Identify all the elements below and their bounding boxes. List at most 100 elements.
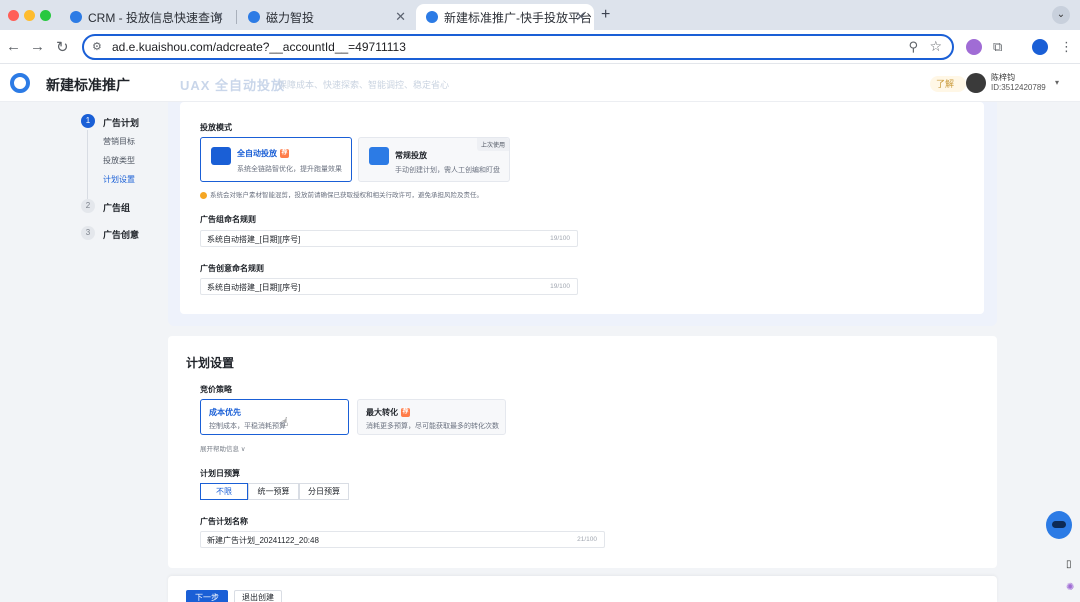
- next-step-button[interactable]: 下一步: [186, 590, 228, 602]
- step-number: 3: [81, 226, 95, 240]
- creative-rule-input[interactable]: 系统自动搭建_[日期][序号] 19/100: [200, 278, 578, 295]
- minimize-window-button[interactable]: [24, 10, 35, 21]
- zoom-window-button[interactable]: [40, 10, 51, 21]
- kuaishou-logo-icon: [10, 73, 30, 93]
- assistant-robot-icon[interactable]: [1046, 511, 1072, 539]
- option-title: 常规投放: [395, 151, 427, 160]
- option-desc: 系统全链路智优化，提升跑量效果: [237, 166, 342, 173]
- char-count: 19/100: [550, 235, 570, 242]
- step-number: 1: [81, 114, 95, 128]
- tab-kuaishou[interactable]: 新建标准推广-快手投放平台 ✕: [416, 4, 594, 30]
- option-title: 最大转化荐: [366, 408, 410, 418]
- url-text: ad.e.kuaishou.com/adcreate?__accountId__…: [112, 40, 406, 54]
- tab-cili[interactable]: 磁力智投 ✕: [238, 4, 414, 30]
- tab-search-icon[interactable]: ⌄: [1052, 6, 1070, 24]
- close-icon[interactable]: ✕: [213, 9, 224, 25]
- new-tab-icon[interactable]: +: [601, 6, 610, 24]
- char-count: 21/100: [577, 536, 597, 543]
- tab-label: CRM - 投放信息快速查询: [88, 10, 222, 25]
- substep-plan-settings[interactable]: 计划设置: [103, 174, 135, 185]
- recommend-tag: 荐: [401, 408, 410, 418]
- creative-rule-label: 广告创意命名规则: [200, 264, 264, 273]
- more-menu-icon[interactable]: ⋮: [1060, 39, 1076, 55]
- ai-brain-icon[interactable]: ✺: [1066, 582, 1074, 593]
- forward-icon[interactable]: →: [30, 38, 45, 55]
- input-value: 系统自动搭建_[日期][序号]: [207, 283, 301, 292]
- plan-name-label: 广告计划名称: [200, 517, 248, 526]
- uax-banner-brand: UAX 全自动投放: [180, 78, 286, 93]
- user-name: 陈梓钧: [991, 73, 1015, 82]
- user-id: ID:3512420789: [991, 83, 1046, 92]
- option-desc: 消耗更多预算，尽可能获取最多的转化次数: [366, 423, 499, 430]
- input-value: 新建广告计划_20241122_20:48: [207, 536, 319, 545]
- avatar[interactable]: [966, 73, 986, 93]
- substep-marketing-goal[interactable]: 营销目标: [103, 136, 135, 147]
- tab-label: 新建标准推广-快手投放平台: [444, 10, 592, 25]
- step-connector: [87, 130, 88, 200]
- app-header: 新建标准推广 UAX 全自动投放 保障成本、快速探索、智能调控、稳定省心 了解 …: [0, 64, 1080, 102]
- option-manual[interactable]: 常规投放 手动创建计划，需人工创编和盯盘 上次使用: [358, 137, 510, 182]
- book-icon[interactable]: ▯: [1066, 559, 1072, 570]
- tab-separator: [236, 10, 237, 24]
- close-icon[interactable]: ✕: [575, 9, 586, 25]
- exit-create-button[interactable]: 退出创建: [234, 590, 282, 602]
- monitor-icon: [211, 147, 231, 165]
- recommend-tag: 荐: [280, 149, 289, 159]
- url-input[interactable]: ⚙ ad.e.kuaishou.com/adcreate?__accountId…: [82, 34, 954, 60]
- budget-unified[interactable]: 统一预算: [248, 483, 299, 500]
- plan-name-input[interactable]: 新建广告计划_20241122_20:48 21/100: [200, 531, 605, 548]
- step-ad-group[interactable]: 广告组: [103, 201, 130, 214]
- budget-unlimited[interactable]: 不限: [200, 483, 248, 500]
- learn-badge[interactable]: 了解: [930, 76, 966, 92]
- daily-budget-label: 计划日预算: [200, 469, 240, 478]
- step-ad-creative[interactable]: 广告创意: [103, 228, 139, 241]
- cili-favicon-icon: [248, 11, 260, 23]
- mouse-cursor-icon: ☝: [281, 415, 289, 429]
- page-title: 新建标准推广: [46, 77, 130, 93]
- group-rule-label: 广告组命名规则: [200, 215, 256, 224]
- crm-favicon-icon: [70, 11, 82, 23]
- extension-brain-icon[interactable]: [966, 39, 982, 55]
- bookmark-star-icon[interactable]: ☆: [929, 38, 942, 55]
- back-icon[interactable]: ←: [6, 38, 21, 55]
- last-used-badge: 上次使用: [476, 138, 509, 151]
- delivery-card: 投放模式 全自动投放荐 系统全链路智优化，提升跑量效果 常规投放 手动创建计划，…: [180, 102, 984, 314]
- plan-settings-card: 计划设置 竞价策略 成本优先 控制成本，平稳消耗预算 最大转化荐 消耗更多预算，…: [168, 336, 997, 568]
- profile-avatar-icon[interactable]: [1032, 39, 1048, 55]
- expand-help-link[interactable]: 展开帮助信息 ∨: [200, 443, 246, 453]
- chevron-down-icon[interactable]: ▾: [1055, 78, 1059, 87]
- step-number: 2: [81, 199, 95, 213]
- option-max-conversion[interactable]: 最大转化荐 消耗更多预算，尽可能获取最多的转化次数: [357, 399, 506, 435]
- delivery-mode-label: 投放模式: [200, 123, 232, 132]
- char-count: 19/100: [550, 283, 570, 290]
- option-cost-first[interactable]: 成本优先 控制成本，平稳消耗预算: [200, 399, 349, 435]
- step-plan[interactable]: 广告计划: [103, 116, 139, 129]
- address-bar: ← → ↻ ⚙ ad.e.kuaishou.com/adcreate?__acc…: [0, 30, 1080, 64]
- bid-strategy-label: 竞价策略: [200, 385, 232, 394]
- site-settings-icon[interactable]: ⚙: [92, 40, 102, 53]
- substep-delivery-type[interactable]: 投放类型: [103, 155, 135, 166]
- tab-crm[interactable]: CRM - 投放信息快速查询 ✕: [60, 4, 232, 30]
- option-title: 全自动投放荐: [237, 149, 289, 159]
- footer-action-bar: 下一步 退出创建: [168, 576, 997, 602]
- extensions-puzzle-icon[interactable]: ⧉: [993, 39, 1009, 55]
- folder-icon: [369, 147, 389, 165]
- uax-banner-sub: 保障成本、快速探索、智能调控、稳定省心: [278, 80, 450, 90]
- tab-label: 磁力智投: [266, 10, 315, 25]
- plan-settings-title: 计划设置: [186, 356, 235, 370]
- option-desc: 手动创建计划，需人工创编和盯盘: [395, 167, 500, 174]
- close-icon[interactable]: ✕: [395, 9, 406, 25]
- reload-icon[interactable]: ↻: [56, 38, 69, 56]
- delivery-panel: 投放模式 全自动投放荐 系统全链路智优化，提升跑量效果 常规投放 手动创建计划，…: [168, 102, 997, 326]
- warning-icon: [200, 191, 207, 199]
- step-navigator: 1 广告计划 营销目标 投放类型 计划设置 2 广告组 3 广告创意: [0, 102, 168, 602]
- browser-tab-bar: CRM - 投放信息快速查询 ✕ 磁力智投 ✕ 新建标准推广-快手投放平台 ✕ …: [0, 0, 1080, 30]
- option-title: 成本优先: [209, 408, 241, 417]
- input-value: 系统自动搭建_[日期][序号]: [207, 235, 301, 244]
- delivery-hint: 系统会对账户素材智能混剪，投放前请确保已获取授权和相关行政许可，避免承担风险及责…: [200, 189, 483, 199]
- zoom-icon[interactable]: ⚲: [908, 39, 918, 55]
- group-rule-input[interactable]: 系统自动搭建_[日期][序号] 19/100: [200, 230, 578, 247]
- option-full-auto[interactable]: 全自动投放荐 系统全链路智优化，提升跑量效果: [200, 137, 352, 182]
- close-window-button[interactable]: [8, 10, 19, 21]
- budget-daily[interactable]: 分日预算: [299, 483, 349, 500]
